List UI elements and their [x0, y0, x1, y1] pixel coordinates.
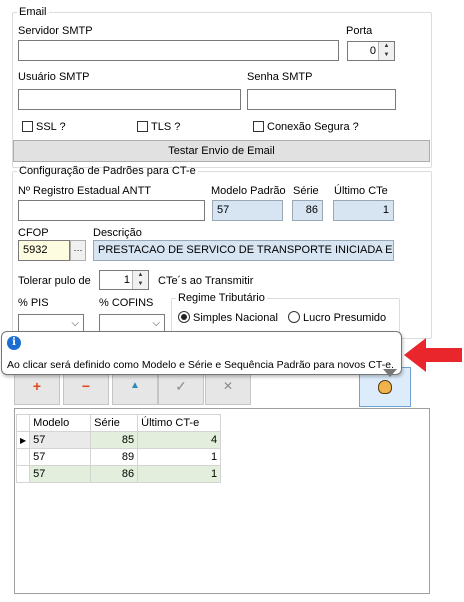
smtp-user-input[interactable]	[18, 89, 241, 110]
antt-input[interactable]	[18, 200, 205, 221]
regime-lucro-radio[interactable]	[288, 311, 300, 323]
smtp-password-label: Senha SMTP	[247, 71, 313, 83]
check-icon: ✓	[175, 378, 187, 394]
model-field: 57	[212, 200, 283, 221]
smtp-user-label: Usuário SMTP	[18, 71, 90, 83]
tolerate-spinner[interactable]: 1 ▲ ▼	[99, 270, 149, 290]
grid-cell[interactable]: 57	[29, 465, 92, 483]
smtp-server-label: Servidor SMTP	[18, 25, 93, 37]
model-label: Modelo Padrão	[211, 185, 286, 197]
regime-lucro-label: Lucro Presumido	[303, 312, 387, 324]
smtp-password-input[interactable]	[247, 89, 396, 110]
email-group-title: Email	[19, 6, 47, 18]
red-pointer-arrow-icon	[404, 338, 462, 372]
description-field: PRESTACAO DE SERVICO DE TRANSPORTE INICI…	[93, 240, 394, 261]
grid-cell[interactable]: 57	[29, 431, 92, 449]
secure-connection-label: Conexão Segura ?	[267, 121, 359, 133]
secure-connection-checkbox[interactable]	[253, 121, 264, 132]
grid-cell[interactable]: 57	[29, 448, 92, 466]
hand-pointer-icon	[378, 380, 392, 394]
row-indicator-icon	[15, 465, 31, 483]
row-indicator-header	[15, 414, 31, 432]
table-row[interactable]: 57 89 1	[15, 448, 222, 466]
col-header-serie[interactable]: Série	[90, 414, 139, 432]
grid-cell[interactable]: 4	[137, 431, 222, 449]
port-label: Porta	[346, 25, 373, 37]
tolerate-label: Tolerar pulo de	[18, 275, 91, 287]
pis-label: % PIS	[18, 297, 49, 309]
smtp-server-input[interactable]	[18, 40, 339, 61]
row-indicator-icon	[15, 448, 31, 466]
col-header-modelo[interactable]: Modelo	[29, 414, 92, 432]
serie-label: Série	[293, 185, 319, 197]
chevron-down-icon: ⌵	[152, 318, 160, 329]
cancel-icon: ✕	[222, 379, 234, 393]
tax-regime-title: Regime Tributário	[178, 292, 265, 304]
tolerate-suffix-label: CTe´s ao Transmitir	[158, 275, 254, 287]
port-value: 0	[369, 45, 376, 57]
serie-field: 86	[292, 200, 323, 221]
plus-icon: +	[32, 378, 42, 394]
grid-header-row: Modelo Série Último CT-e	[15, 414, 222, 432]
grid-cell[interactable]: 86	[90, 465, 139, 483]
test-email-button[interactable]: Testar Envio de Email	[13, 140, 430, 162]
minus-icon: −	[81, 378, 91, 394]
port-spin-buttons[interactable]: ▲ ▼	[378, 42, 394, 60]
cte-config-title: Configuração de Padrões para CT-e	[19, 165, 196, 177]
table-row[interactable]: ▶ 57 85 4	[15, 431, 222, 449]
grid-cell[interactable]: 89	[90, 448, 139, 466]
info-icon: i	[7, 336, 21, 350]
tooltip-tail	[383, 369, 397, 377]
tls-checkbox[interactable]	[137, 121, 148, 132]
regime-simples-radio[interactable]	[178, 311, 190, 323]
antt-label: Nº Registro Estadual ANTT	[18, 185, 152, 197]
tolerate-value: 1	[123, 274, 130, 286]
up-arrow-icon: ▲	[130, 380, 140, 391]
cfop-label: CFOP	[18, 227, 49, 239]
spin-down-icon[interactable]: ▼	[133, 280, 148, 289]
ssl-checkbox[interactable]	[22, 121, 33, 132]
cfop-lookup-button[interactable]: ···	[70, 240, 86, 261]
spin-down-icon[interactable]: ▼	[379, 51, 394, 60]
regime-simples-label: Simples Nacional	[193, 312, 278, 324]
grid-cell[interactable]: 1	[137, 465, 222, 483]
grid-cell[interactable]: 1	[137, 448, 222, 466]
cte-grid: Modelo Série Último CT-e ▶ 57 85 4 57 89…	[15, 414, 222, 483]
row-indicator-icon: ▶	[15, 431, 31, 449]
tls-label: TLS ?	[151, 121, 181, 133]
hint-tooltip: i Ao clicar será definido como Modelo e …	[1, 331, 402, 375]
cofins-label: % COFINS	[99, 297, 154, 309]
ssl-label: SSL ?	[36, 121, 66, 133]
last-cte-label: Último CTe	[334, 185, 388, 197]
last-cte-field: 1	[333, 200, 394, 221]
chevron-down-icon: ⌵	[71, 318, 79, 329]
tooltip-text: Ao clicar será definido como Modelo e Sé…	[7, 359, 394, 371]
spin-up-icon[interactable]: ▲	[133, 271, 148, 280]
tolerate-spin-buttons[interactable]: ▲ ▼	[132, 271, 148, 289]
cfop-input[interactable]: 5932	[18, 240, 70, 261]
description-label: Descrição	[93, 227, 142, 239]
col-header-ultimo[interactable]: Último CT-e	[137, 414, 222, 432]
grid-cell[interactable]: 85	[90, 431, 139, 449]
port-spinner[interactable]: 0 ▲ ▼	[347, 41, 395, 61]
table-row[interactable]: 57 86 1	[15, 465, 222, 483]
spin-up-icon[interactable]: ▲	[379, 42, 394, 51]
